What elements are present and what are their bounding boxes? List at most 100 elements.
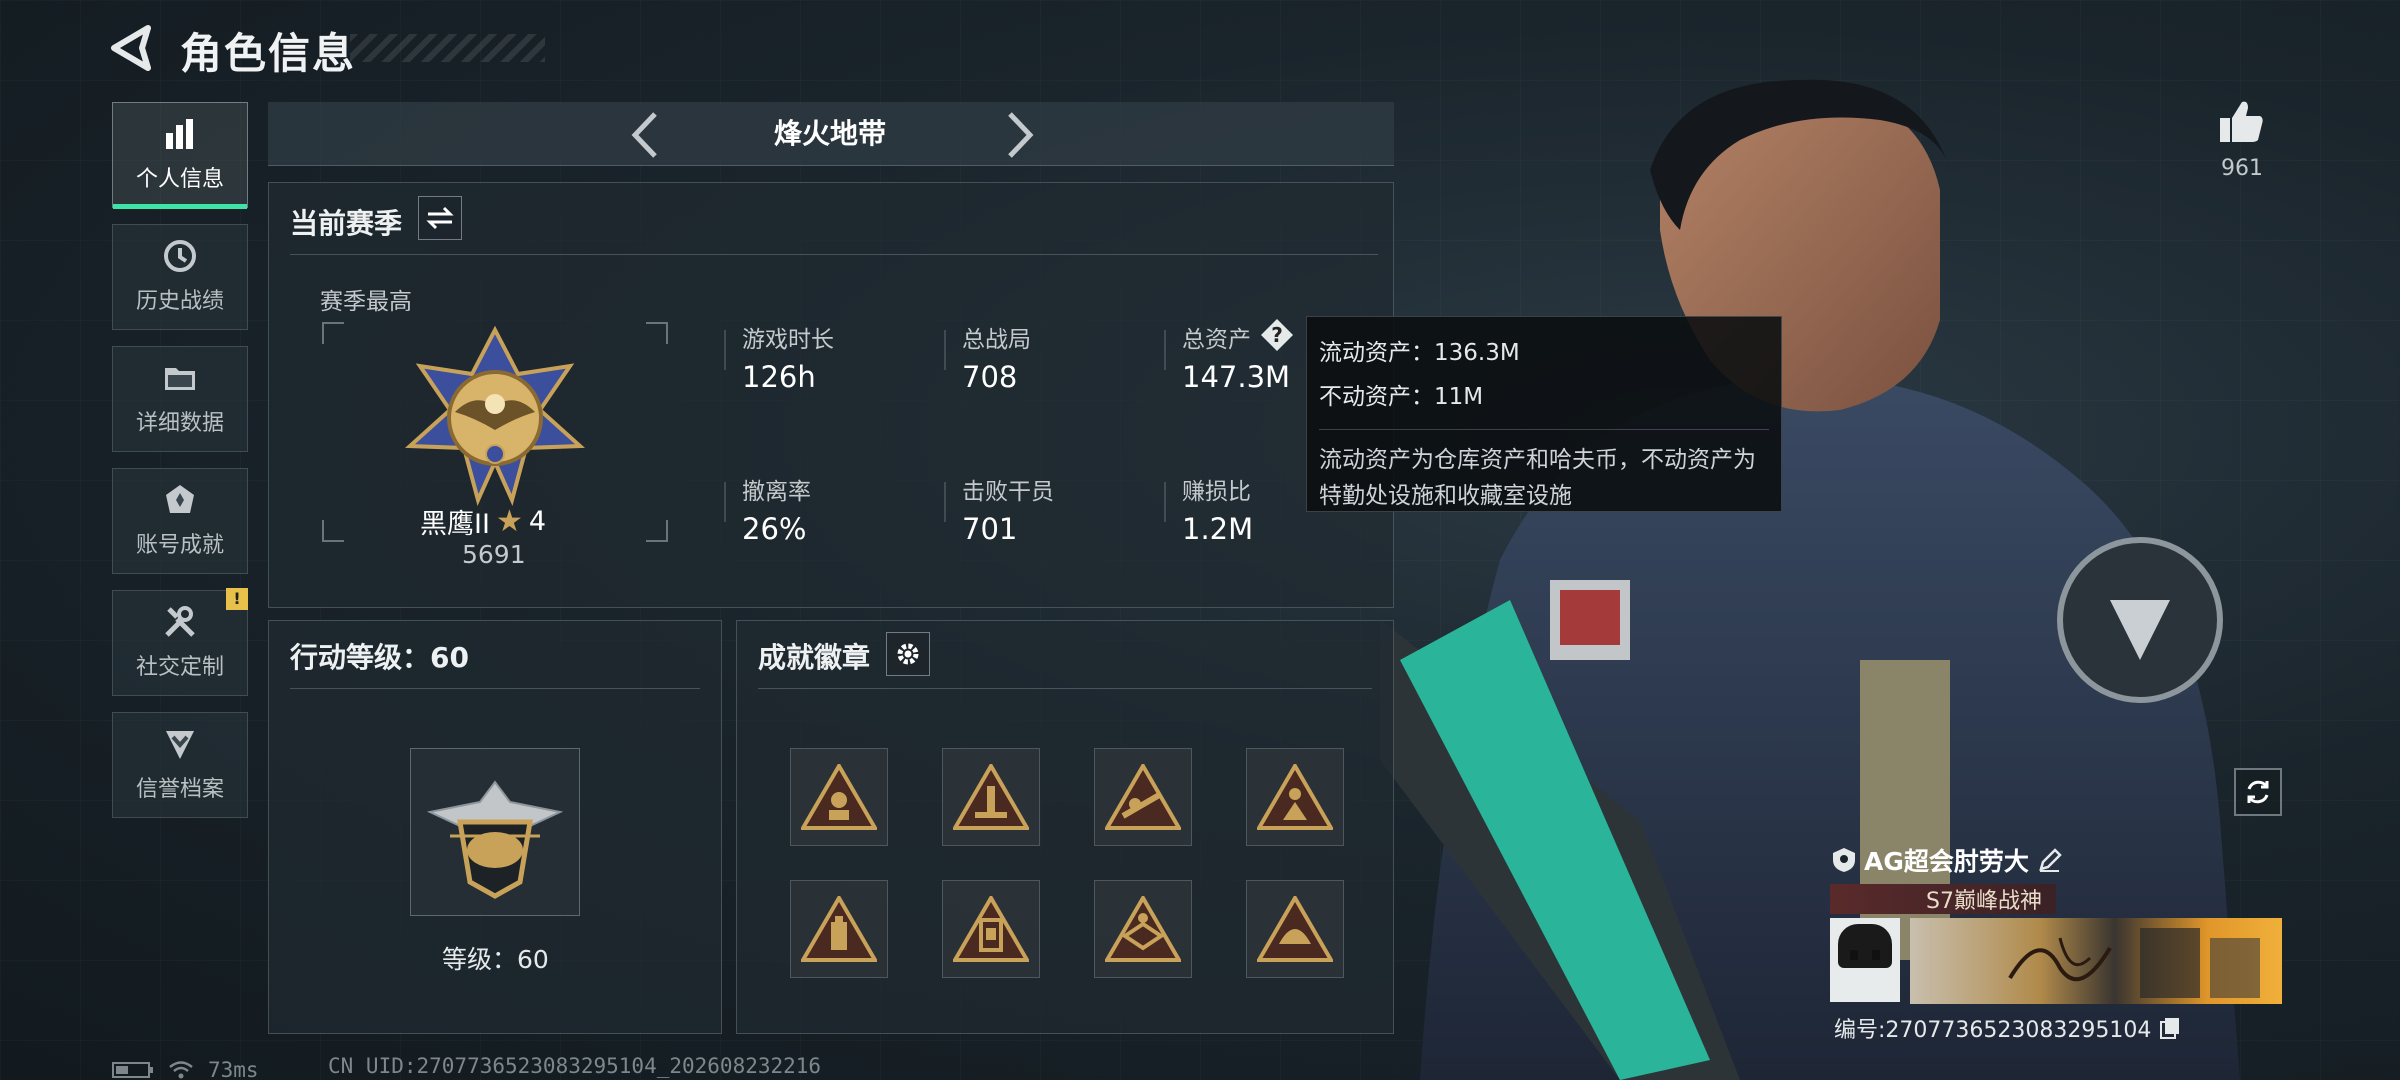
divider (1164, 482, 1166, 522)
edit-pencil-icon[interactable] (2037, 847, 2063, 873)
stat-value: 701 (962, 512, 1018, 546)
achievement-badge[interactable] (790, 748, 888, 846)
swap-arrows-icon (426, 206, 454, 230)
alert-badge: ! (226, 588, 248, 610)
season-switch-button[interactable] (418, 196, 462, 240)
avatar-eye (1850, 950, 1858, 960)
likes-count: 961 (2221, 156, 2263, 181)
achievement-badge[interactable] (942, 880, 1040, 978)
action-level-emblem-frame (410, 748, 580, 916)
next-mode-arrow-icon[interactable] (1000, 110, 1040, 160)
nav-item-reputation[interactable]: 信誉档案 (112, 712, 248, 818)
achievement-badge[interactable] (1246, 880, 1344, 978)
banner-signature-art (2008, 928, 2260, 998)
action-level-title: 行动等级：60 (290, 641, 469, 674)
profile-banner (1910, 918, 2282, 1004)
nav-label: 个人信息 (135, 167, 224, 192)
nav-label: 账号成就 (135, 533, 224, 558)
nav-label: 历史战绩 (135, 289, 224, 314)
stat-value: 147.3M (1182, 360, 1291, 394)
liquid-assets: 流动资产：136.3M (1319, 340, 1520, 366)
frame-corner (322, 520, 344, 542)
status-bar: 73ms (112, 1058, 259, 1080)
helicopter-emblem-icon (426, 780, 564, 899)
nav-label: 社交定制 (135, 655, 224, 680)
assets-tooltip: 流动资产：136.3M 不动资产：11M 流动资产为仓库资产和哈夫币，不动资产为… (1306, 316, 1782, 512)
stat-label: 赚损比 (1182, 479, 1251, 505)
svg-text:?: ? (1271, 323, 1283, 347)
achievement-badge[interactable] (790, 880, 888, 978)
nav-label: 详细数据 (135, 411, 224, 436)
shield-chevron-icon (163, 727, 197, 761)
title-tag: S7巅峰战神 (1830, 884, 2056, 914)
player-id: 编号:2707736523083295104 (1834, 1018, 2152, 1043)
stat-label: 游戏时长 (742, 327, 834, 353)
divider (290, 254, 1378, 255)
divider (944, 330, 946, 370)
divider (290, 688, 700, 689)
title-decoration (350, 34, 545, 62)
achievement-badge[interactable] (1094, 880, 1192, 978)
folder-icon (163, 361, 197, 395)
star-icon: ★ (495, 504, 523, 539)
rank-name-row: 黑鹰II ★ 4 (420, 502, 546, 541)
thumbs-up-icon[interactable] (2218, 98, 2264, 144)
stat-label: 击败干员 (962, 479, 1054, 505)
frame-corner (646, 322, 668, 344)
badges-settings-button[interactable] (886, 632, 930, 676)
assets-description: 流动资产为仓库资产和哈夫币，不动资产为特勤处设施和收藏室设施 (1319, 429, 1769, 514)
avatar-hair (1838, 924, 1892, 968)
achievement-badge[interactable] (942, 748, 1040, 846)
divider (724, 330, 726, 370)
mode-title: 烽火地带 (773, 117, 886, 150)
frame-corner (646, 520, 668, 542)
rank-emblem-icon (404, 326, 586, 506)
divider (758, 688, 1372, 689)
stat-label: 撤离率 (742, 479, 811, 505)
history-clock-icon (163, 239, 197, 273)
achievement-badge[interactable] (1094, 748, 1192, 846)
bar-chart-icon (163, 117, 197, 151)
tools-icon (163, 605, 197, 639)
nav-item-personal-info[interactable]: 个人信息 (112, 102, 248, 209)
clan-shield-icon (1833, 848, 1855, 872)
stat-value: 26% (742, 512, 807, 546)
nav-item-detail-data[interactable]: 详细数据 (112, 346, 248, 452)
battery-icon (112, 1062, 153, 1078)
action-level-label: 等级：60 (442, 945, 549, 974)
avatar-eye (1872, 950, 1880, 960)
divider (1164, 330, 1166, 370)
divider (944, 482, 946, 522)
divider (724, 482, 726, 522)
ping-value: 73ms (208, 1058, 259, 1080)
wifi-icon (169, 1061, 193, 1079)
fixed-assets: 不动资产：11M (1319, 384, 1484, 410)
achievement-badge[interactable] (1246, 748, 1344, 846)
page-title: 角色信息 (180, 29, 357, 78)
badges-title: 成就徽章 (758, 641, 871, 674)
title-tag-text: S7巅峰战神 (1926, 889, 2042, 914)
stat-value: 126h (742, 360, 816, 394)
rank-score: 5691 (462, 540, 526, 569)
refresh-button[interactable] (2234, 768, 2282, 816)
season-best-label: 赛季最高 (320, 289, 412, 315)
frame-corner (322, 322, 344, 344)
prev-mode-arrow-icon[interactable] (625, 110, 665, 160)
player-id-row: 编号:2707736523083295104 (1834, 1012, 2181, 1044)
stat-label: 总战局 (962, 327, 1031, 353)
rank-stars: 4 (528, 506, 547, 537)
rank-name: 黑鹰II (420, 509, 490, 540)
back-arrow-icon[interactable] (108, 24, 154, 72)
stat-label: 总资产 (1182, 327, 1251, 353)
profile-name-row: AG超会肘劳大 (1832, 842, 2063, 878)
nav-item-history[interactable]: 历史战绩 (112, 224, 248, 330)
stat-value: 1.2M (1182, 512, 1254, 546)
avatar[interactable] (1830, 918, 1900, 1002)
help-icon[interactable]: ? (1260, 318, 1294, 352)
player-name: AG超会肘劳大 (1864, 847, 2029, 876)
copy-icon[interactable] (2159, 1016, 2181, 1040)
refresh-icon (2247, 780, 2269, 804)
stat-value: 708 (962, 360, 1018, 394)
nav-item-achievements[interactable]: 账号成就 (112, 468, 248, 574)
achievement-icon (163, 483, 197, 517)
